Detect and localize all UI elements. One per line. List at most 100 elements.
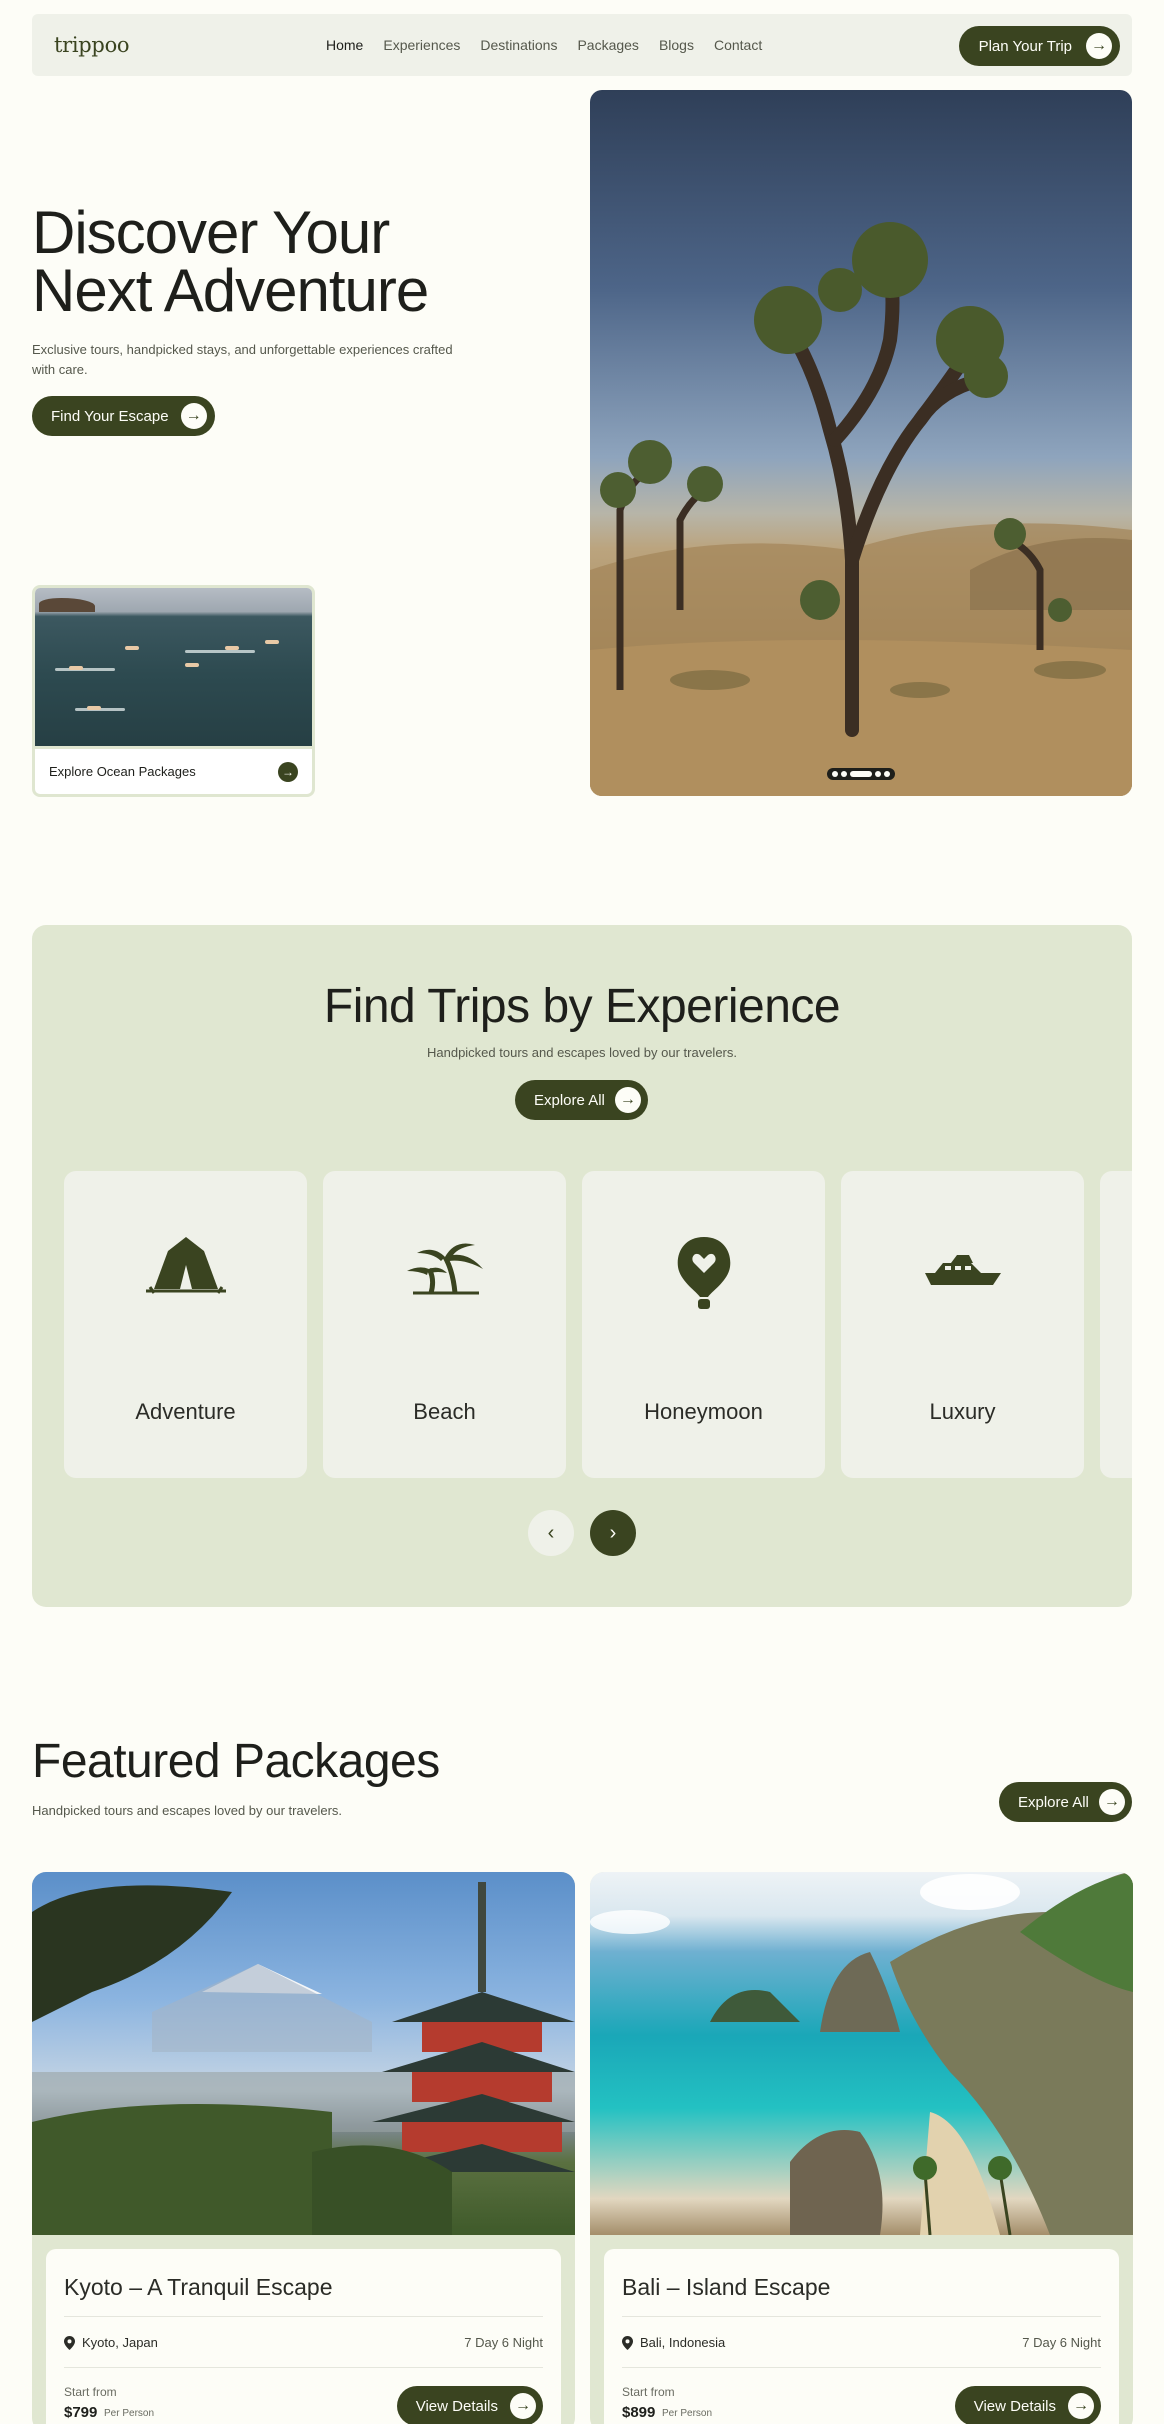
package-location: Bali, Indonesia — [622, 2335, 725, 2350]
carousel-next-button[interactable]: › — [590, 1510, 636, 1556]
package-info: Bali – Island Escape Bali, Indonesia 7 D… — [604, 2249, 1119, 2424]
package-name: Bali – Island Escape — [622, 2274, 831, 2300]
plan-trip-button[interactable]: Plan Your Trip → — [958, 26, 1120, 66]
surfer — [69, 666, 83, 670]
experience-section: Find Trips by Experience Handpicked tour… — [32, 925, 1132, 1607]
bali-coast-image — [590, 1872, 1133, 2235]
yacht-icon — [924, 1255, 1001, 1285]
arrow-right-icon: → — [1098, 1789, 1125, 1815]
explore-all-experiences-button[interactable]: Explore All → — [515, 1080, 648, 1120]
divider — [622, 2367, 1101, 2368]
view-details-button[interactable]: View Details → — [954, 2386, 1101, 2424]
carousel-dot[interactable] — [832, 771, 838, 777]
experience-card-label: Adventure — [135, 1399, 236, 1424]
arrow-right-icon: → — [510, 2393, 536, 2419]
surfer — [225, 646, 239, 650]
package-per-label: Per Person — [104, 2408, 155, 2419]
carousel-dot[interactable] — [884, 771, 890, 777]
wave-foam — [185, 650, 255, 653]
island-rock — [39, 598, 95, 612]
package-start-label: Start from — [64, 2385, 117, 2399]
ocean-packages-card[interactable]: Explore Ocean Packages → — [32, 585, 315, 797]
nav-link-blogs[interactable]: Blogs — [659, 37, 694, 53]
ocean-surfers-image — [35, 588, 312, 746]
divider — [64, 2316, 543, 2317]
view-details-button[interactable]: View Details → — [396, 2386, 543, 2424]
divider — [64, 2367, 543, 2368]
nav-link-packages[interactable]: Packages — [577, 37, 638, 53]
package-duration: 7 Day 6 Night — [1022, 2335, 1101, 2350]
explore-all-label: Explore All — [1018, 1793, 1089, 1811]
kyoto-illustration — [32, 1882, 575, 2235]
hero-subtitle: Exclusive tours, handpicked stays, and u… — [32, 342, 453, 377]
nav-links: Home Experiences Destinations Packages B… — [326, 14, 762, 76]
top-navbar: trippoo Home Experiences Destinations Pa… — [32, 14, 1132, 76]
chevron-right-icon: › — [609, 1521, 617, 1544]
surfer — [185, 663, 199, 667]
experience-title: Find Trips by Experience — [323, 980, 841, 1033]
experience-subtitle: Handpicked tours and escapes loved by ou… — [426, 1045, 737, 1060]
package-duration: 7 Day 6 Night — [464, 2335, 543, 2350]
carousel-dot[interactable] — [875, 771, 881, 777]
explore-all-label: Explore All — [534, 1091, 605, 1109]
nav-link-contact[interactable]: Contact — [714, 37, 762, 53]
palm-tree-icon — [406, 1243, 483, 1295]
find-escape-label: Find Your Escape — [51, 407, 169, 425]
experience-card-honeymoon[interactable]: Honeymoon — [582, 1171, 825, 1478]
carousel-dot-active[interactable] — [850, 771, 872, 777]
experience-card-label: Beach — [413, 1399, 476, 1424]
package-start-label: Start from — [622, 2385, 675, 2399]
experience-card-partial[interactable] — [1100, 1171, 1132, 1478]
surfer — [125, 646, 139, 650]
location-pin-icon — [64, 2335, 75, 2350]
package-per-label: Per Person — [662, 2408, 713, 2419]
hero-title-line1: Discover Your — [32, 199, 390, 266]
carousel-prev-button[interactable]: ‹ — [528, 1510, 574, 1556]
find-escape-button[interactable]: Find Your Escape → — [32, 396, 215, 436]
arrow-right-icon: → — [180, 403, 207, 429]
package-card-bali[interactable]: Bali – Island Escape Bali, Indonesia 7 D… — [590, 1872, 1133, 2424]
experience-card-label: Honeymoon — [644, 1399, 763, 1424]
experience-card-label: Luxury — [929, 1399, 996, 1424]
heart-balloon-icon — [677, 1237, 730, 1309]
carousel-dots — [827, 768, 895, 780]
divider — [622, 2316, 1101, 2317]
package-location-text: Kyoto, Japan — [82, 2335, 158, 2350]
package-price: $899 — [622, 2404, 656, 2421]
hero-title: Discover Your Next Adventure — [32, 199, 492, 324]
explore-all-packages-button[interactable]: Explore All → — [999, 1782, 1132, 1822]
location-pin-icon — [622, 2335, 633, 2350]
ocean-card-footer: Explore Ocean Packages → — [35, 746, 312, 794]
arrow-right-icon[interactable]: → — [278, 761, 298, 782]
tent-icon — [145, 1237, 226, 1294]
ocean-card-label: Explore Ocean Packages — [49, 764, 196, 779]
package-price: $799 — [64, 2404, 98, 2421]
carousel-dot[interactable] — [841, 771, 847, 777]
nav-link-home[interactable]: Home — [326, 37, 363, 53]
package-location-text: Bali, Indonesia — [640, 2335, 726, 2350]
featured-subtitle: Handpicked tours and escapes loved by ou… — [32, 1803, 343, 1818]
arrow-right-icon: → — [614, 1087, 641, 1113]
surfer — [265, 640, 279, 644]
package-name: Kyoto – A Tranquil Escape — [64, 2274, 333, 2300]
experience-card-luxury[interactable]: Luxury — [841, 1171, 1084, 1478]
experience-card-beach[interactable]: Beach — [323, 1171, 566, 1478]
plan-trip-label: Plan Your Trip — [978, 37, 1072, 55]
nav-link-experiences[interactable]: Experiences — [383, 37, 460, 53]
chevron-left-icon: ‹ — [547, 1521, 555, 1544]
wave-foam — [55, 668, 115, 671]
experience-card-adventure[interactable]: Adventure — [64, 1171, 307, 1478]
view-details-label: View Details — [973, 2397, 1056, 2415]
surfer — [87, 706, 101, 710]
hero-joshua-tree-image — [590, 90, 1132, 796]
bali-illustration — [590, 1872, 1133, 2235]
nav-link-destinations[interactable]: Destinations — [480, 37, 557, 53]
package-card-kyoto[interactable]: Kyoto – A Tranquil Escape Kyoto, Japan 7… — [32, 1872, 575, 2424]
hero-title-line2: Next Adventure — [32, 257, 429, 324]
experience-cards: Adventure Beach Honeymoon Luxury — [64, 1171, 1132, 1478]
logo[interactable]: trippoo — [54, 33, 130, 57]
view-details-label: View Details — [415, 2397, 498, 2415]
featured-title: Featured Packages — [32, 1735, 440, 1788]
package-location: Kyoto, Japan — [64, 2335, 158, 2350]
arrow-right-icon: → — [1086, 33, 1112, 59]
